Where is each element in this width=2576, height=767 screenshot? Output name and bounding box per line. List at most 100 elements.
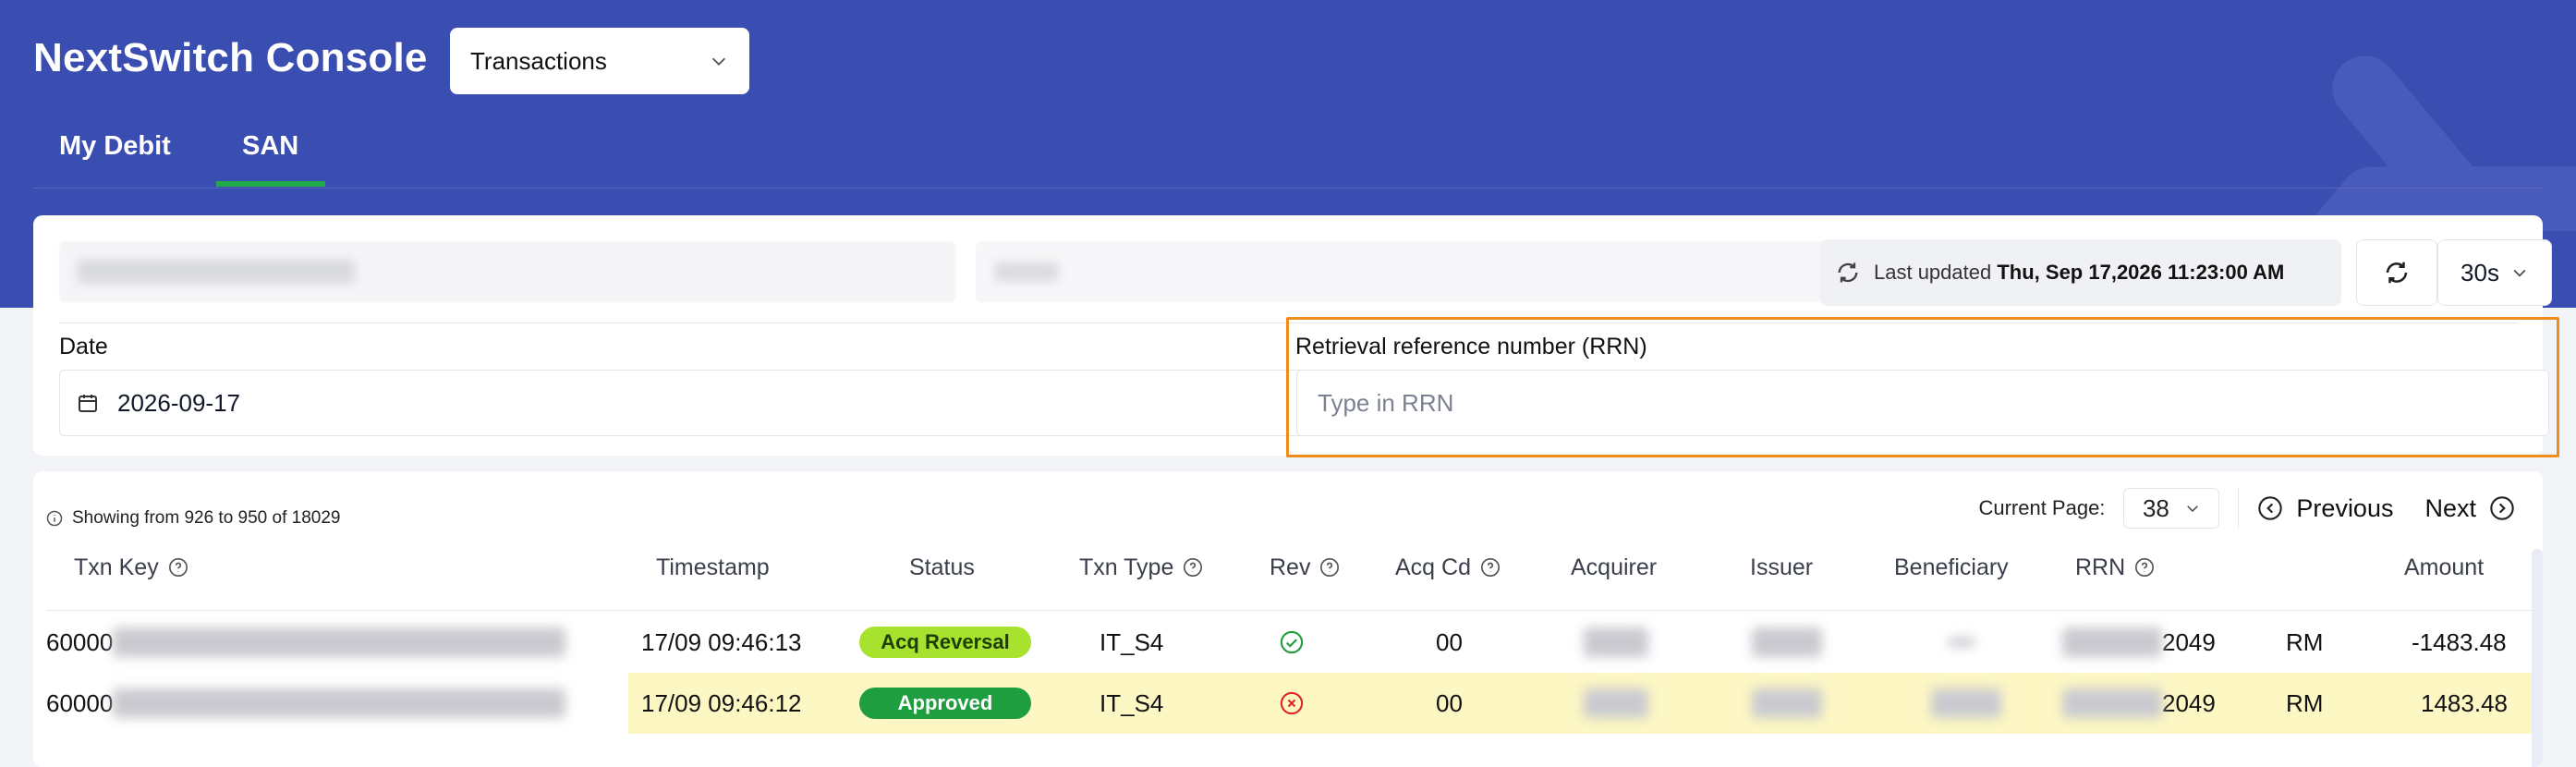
col-amount[interactable]: Amount [2404,551,2484,584]
table-row[interactable]: 60000 17/09 09:46:12 Approved IT_S4 00 2… [46,673,2532,734]
refresh-interval-value: 30s [2461,258,2499,286]
redacted-text [2062,627,2162,657]
header-row-divider [46,610,2532,611]
col-label: Beneficiary [1894,554,2009,580]
col-acquirer[interactable]: Acquirer [1571,551,1657,584]
redacted-text [113,688,566,718]
col-rev[interactable]: Rev [1270,551,1340,584]
col-label: Timestamp [656,554,770,580]
txn-type-cell: IT_S4 [1100,688,1164,717]
amount-cell: -1483.48 [2412,627,2507,656]
calendar-icon [79,395,97,412]
module-select[interactable]: Transactions [450,28,749,94]
tab-my-debit[interactable]: My Debit [59,131,171,162]
help-icon [2135,558,2155,577]
current-page-value: 38 [2142,493,2169,522]
col-timestamp[interactable]: Timestamp [656,551,770,584]
previous-label: Previous [2296,493,2394,522]
previous-button[interactable]: Previous [2257,494,2393,523]
redacted-text [1752,688,1822,718]
status-cell: Approved [859,673,1031,734]
col-txn-key[interactable]: Txn Key [74,551,188,584]
next-button[interactable]: Next [2424,494,2515,523]
beneficiary-cell [1931,673,2001,734]
currency-cell: RM [2286,627,2324,656]
col-issuer[interactable]: Issuer [1750,551,1813,584]
chevron-down-icon [711,57,726,66]
chevron-down-icon [2187,505,2198,513]
col-label: Rev [1270,554,1311,580]
beneficiary-cell [1948,612,1975,673]
x-circle-icon [1280,691,1304,715]
status-badge: Acq Reversal [859,627,1031,658]
col-label: RRN [2075,554,2126,580]
rev-cell [1279,673,1305,734]
col-status[interactable]: Status [909,551,975,584]
col-label: Txn Key [74,554,159,580]
transactions-panel: Showing from 926 to 950 of 18029 Current… [33,471,2543,767]
info-icon [46,510,63,527]
currency-cell: RM [2286,688,2324,717]
acquirer-cell [1584,612,1648,673]
next-label: Next [2424,493,2476,522]
issuer-cell [1752,612,1822,673]
header-divider [33,188,2543,189]
last-updated-value: Thu, Sep 17,2026 11:23:00 AM [1997,261,2285,284]
amount-cell: 1483.48 [2421,688,2508,717]
table-scrollbar[interactable] [2532,549,2543,767]
date-label: Date [59,334,108,359]
help-icon [1320,558,1340,577]
sync-icon [1838,262,1858,283]
acquirer-cell [1584,673,1648,734]
active-tab-indicator [216,181,325,187]
col-rrn[interactable]: RRN [2075,551,2155,584]
chevron-down-icon [2513,269,2526,277]
rev-cell [1279,612,1305,673]
module-select-value: Transactions [470,46,607,75]
help-icon [1184,558,1203,577]
redacted-text [1584,627,1648,657]
rrn-suffix: 2049 [2162,688,2216,717]
col-label: Amount [2404,554,2485,580]
acq-cd-cell: 00 [1436,688,1463,717]
tab-san[interactable]: SAN [242,131,298,162]
last-updated-label: Last updated [1874,261,1992,284]
redacted-select[interactable] [59,241,955,302]
txn-key-cell: 60000 [46,673,628,734]
col-label: Issuer [1750,554,1814,580]
pager-divider [2238,488,2240,529]
date-value: 2026-09-17 [117,388,240,417]
redacted-select-2[interactable] [976,241,1840,302]
redacted-text [1584,688,1648,718]
help-icon [1480,558,1500,577]
redacted-text [1948,638,1975,647]
rrn-cell: 2049 [2062,673,2216,734]
refresh-interval-select[interactable]: 30s [2437,239,2552,306]
status-cell: Acq Reversal [859,612,1031,673]
rrn-placeholder: Type in RRN [1318,388,1454,417]
refresh-icon [2386,262,2408,284]
showing-text: Showing from 926 to 950 of 18029 [72,508,341,528]
rrn-suffix: 2049 [2162,627,2216,656]
col-label: Txn Type [1079,554,1174,580]
txn-type-cell: IT_S4 [1100,627,1164,656]
txn-key-prefix: 60000 [46,627,114,656]
issuer-cell [1752,673,1822,734]
filter-panel: Last updated Thu, Sep 17,2026 11:23:00 A… [33,215,2559,457]
acq-cd-cell: 00 [1436,627,1463,656]
col-acq-cd[interactable]: Acq Cd [1395,551,1501,584]
refresh-button[interactable] [2356,239,2437,306]
rrn-input[interactable]: Type in RRN [1296,370,2549,436]
help-icon [168,558,188,577]
check-circle-icon [1280,630,1304,654]
col-label: Acq Cd [1395,554,1471,580]
col-txn-type[interactable]: Txn Type [1079,551,1203,584]
redacted-text [113,627,566,657]
table-row[interactable]: 60000 17/09 09:46:13 Acq Reversal IT_S4 … [46,612,2532,673]
rrn-label: Retrieval reference number (RRN) [1295,334,1647,359]
pagination: Current Page: 38 Previous Next [1978,488,2515,529]
timestamp-cell: 17/09 09:46:12 [641,688,802,717]
current-page-select[interactable]: 38 [2123,488,2220,529]
col-beneficiary[interactable]: Beneficiary [1894,551,2009,584]
date-field[interactable]: 2026-09-17 [59,370,1310,436]
